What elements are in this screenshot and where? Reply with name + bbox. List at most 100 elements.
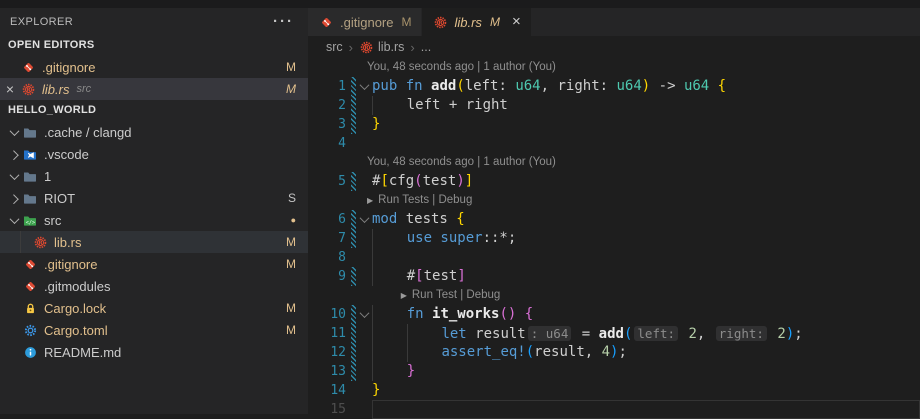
code-editor[interactable]: You, 48 seconds ago | 1 author (You)1pub… bbox=[308, 58, 920, 414]
tree-item[interactable]: Cargo.lockM bbox=[0, 297, 308, 319]
codelens-row[interactable]: You, 48 seconds ago | 1 author (You) bbox=[308, 153, 920, 172]
line-number: 14 bbox=[308, 381, 351, 400]
file-label: lib.rs bbox=[54, 235, 81, 250]
codelens[interactable]: You, 48 seconds ago | 1 author (You) bbox=[308, 153, 556, 172]
codelens[interactable]: You, 48 seconds ago | 1 author (You) bbox=[308, 58, 556, 77]
tree-item[interactable]: Rlib.rs M bbox=[0, 231, 308, 253]
lock-icon bbox=[22, 301, 38, 315]
open-editor-item[interactable]: ×Rlib.rssrcM bbox=[0, 78, 308, 100]
explorer-title: EXPLORER bbox=[10, 16, 73, 28]
svg-text:R: R bbox=[438, 20, 443, 26]
open-editors-header[interactable]: OPEN EDITORS bbox=[0, 35, 308, 56]
file-label: README.md bbox=[44, 345, 121, 360]
file-detail: src bbox=[76, 83, 91, 95]
tab[interactable]: Rlib.rsM× bbox=[422, 8, 530, 36]
code-line[interactable]: 4 bbox=[308, 134, 920, 153]
fold-icon[interactable] bbox=[356, 77, 372, 96]
breadcrumb-separator: › bbox=[410, 40, 414, 55]
line-number: 13 bbox=[308, 362, 351, 381]
svg-text:R: R bbox=[26, 87, 31, 93]
gear-icon bbox=[22, 323, 38, 337]
chevron-down-icon[interactable] bbox=[6, 173, 22, 180]
project-header[interactable]: HELLO_WORLD bbox=[0, 100, 308, 121]
code-line[interactable]: 2 left + right bbox=[308, 96, 920, 115]
rust-icon: R bbox=[32, 235, 48, 249]
breadcrumb-item[interactable]: ... bbox=[421, 40, 431, 54]
rust-icon: R bbox=[20, 82, 36, 96]
explorer-actions-icon[interactable]: ··· bbox=[273, 17, 294, 27]
svg-text:R: R bbox=[38, 240, 43, 246]
code-line[interactable]: 14} bbox=[308, 381, 920, 400]
close-icon[interactable]: × bbox=[0, 78, 20, 100]
code-line[interactable]: 11 let result: u64 = add(left: 2, right:… bbox=[308, 324, 920, 343]
fold-slot bbox=[356, 324, 372, 343]
tree-item[interactable]: RIOTS bbox=[0, 187, 308, 209]
tree-item[interactable]: README.md bbox=[0, 341, 308, 363]
breadcrumb-item[interactable]: lib.rs bbox=[378, 40, 404, 54]
code-line[interactable]: 15 bbox=[308, 400, 920, 419]
modified-badge: M bbox=[401, 15, 411, 29]
folder-icon bbox=[22, 169, 38, 183]
code-text: fn it_works() { bbox=[372, 305, 533, 324]
file-label: Cargo.toml bbox=[44, 323, 108, 338]
chevron-down-icon[interactable] bbox=[6, 217, 22, 224]
tree-item[interactable]: 1 bbox=[0, 165, 308, 187]
codelens-text: You, 48 seconds ago | 1 author (You) bbox=[367, 58, 556, 77]
tree-item[interactable]: </>src● bbox=[0, 209, 308, 231]
fold-slot bbox=[356, 229, 372, 248]
codelens-row[interactable]: ▶ Run Test | Debug bbox=[308, 286, 920, 305]
tab-close-icon[interactable]: × bbox=[512, 15, 521, 29]
codelens-row[interactable]: You, 48 seconds ago | 1 author (You) bbox=[308, 58, 920, 77]
chevron-down-icon[interactable] bbox=[6, 129, 22, 136]
file-label: src bbox=[44, 213, 61, 228]
line-number: 6 bbox=[308, 210, 351, 229]
code-text: } bbox=[372, 115, 380, 134]
code-text: } bbox=[372, 381, 380, 400]
tree-item[interactable]: .cache / clangd bbox=[0, 121, 308, 143]
run-icon[interactable]: ▶ bbox=[367, 191, 373, 210]
code-text: let result: u64 = add(left: 2, right: 2)… bbox=[372, 324, 803, 343]
modified-badge: M bbox=[286, 235, 296, 249]
run-icon[interactable]: ▶ bbox=[401, 286, 407, 305]
git-icon bbox=[318, 15, 334, 29]
code-text: #[cfg(test)] bbox=[372, 172, 473, 191]
indent-guide bbox=[20, 231, 21, 253]
code-line[interactable]: 12 assert_eq!(result, 4); bbox=[308, 343, 920, 362]
codelens[interactable]: ▶ Run Test | Debug bbox=[308, 286, 500, 305]
code-line[interactable]: 1pub fn add(left: u64, right: u64) -> u6… bbox=[308, 77, 920, 96]
breadcrumb-item[interactable]: src bbox=[326, 40, 343, 54]
info-icon bbox=[22, 345, 38, 359]
codelens-row[interactable]: ▶Run Tests | Debug bbox=[308, 191, 920, 210]
code-line[interactable]: 7 use super::*; bbox=[308, 229, 920, 248]
line-number: 4 bbox=[308, 134, 351, 153]
fold-icon[interactable] bbox=[356, 305, 372, 324]
code-line[interactable]: 6mod tests { bbox=[308, 210, 920, 229]
codelens[interactable]: ▶Run Tests | Debug bbox=[308, 191, 472, 210]
tree-item[interactable]: .vscode bbox=[0, 143, 308, 165]
line-number: 11 bbox=[308, 324, 351, 343]
modified-badge: M bbox=[286, 60, 296, 74]
fold-slot bbox=[356, 267, 372, 286]
code-line[interactable]: 9 #[test] bbox=[308, 267, 920, 286]
fold-slot bbox=[356, 381, 372, 400]
code-line[interactable]: 3} bbox=[308, 115, 920, 134]
code-line[interactable]: 10 fn it_works() { bbox=[308, 305, 920, 324]
fold-icon[interactable] bbox=[356, 210, 372, 229]
inlay-hint: : u64 bbox=[528, 326, 572, 341]
tab[interactable]: .gitignoreM bbox=[308, 8, 421, 36]
file-label: .gitignore bbox=[42, 60, 95, 75]
code-line[interactable]: 8 bbox=[308, 248, 920, 267]
git-icon bbox=[20, 60, 36, 74]
code-line[interactable]: 13 } bbox=[308, 362, 920, 381]
open-editor-item[interactable]: .gitignore M bbox=[0, 56, 308, 78]
tree-item[interactable]: Cargo.tomlM bbox=[0, 319, 308, 341]
svg-text:R: R bbox=[364, 45, 369, 51]
chevron-right-icon[interactable] bbox=[6, 195, 22, 202]
fold-slot bbox=[356, 343, 372, 362]
tree-item[interactable]: .gitignoreM bbox=[0, 253, 308, 275]
codelens-text: Run Test | Debug bbox=[412, 286, 500, 305]
chevron-right-icon[interactable] bbox=[6, 151, 22, 158]
code-text: pub fn add(left: u64, right: u64) -> u64… bbox=[372, 77, 726, 96]
code-line[interactable]: 5#[cfg(test)] bbox=[308, 172, 920, 191]
tree-item[interactable]: .gitmodules bbox=[0, 275, 308, 297]
